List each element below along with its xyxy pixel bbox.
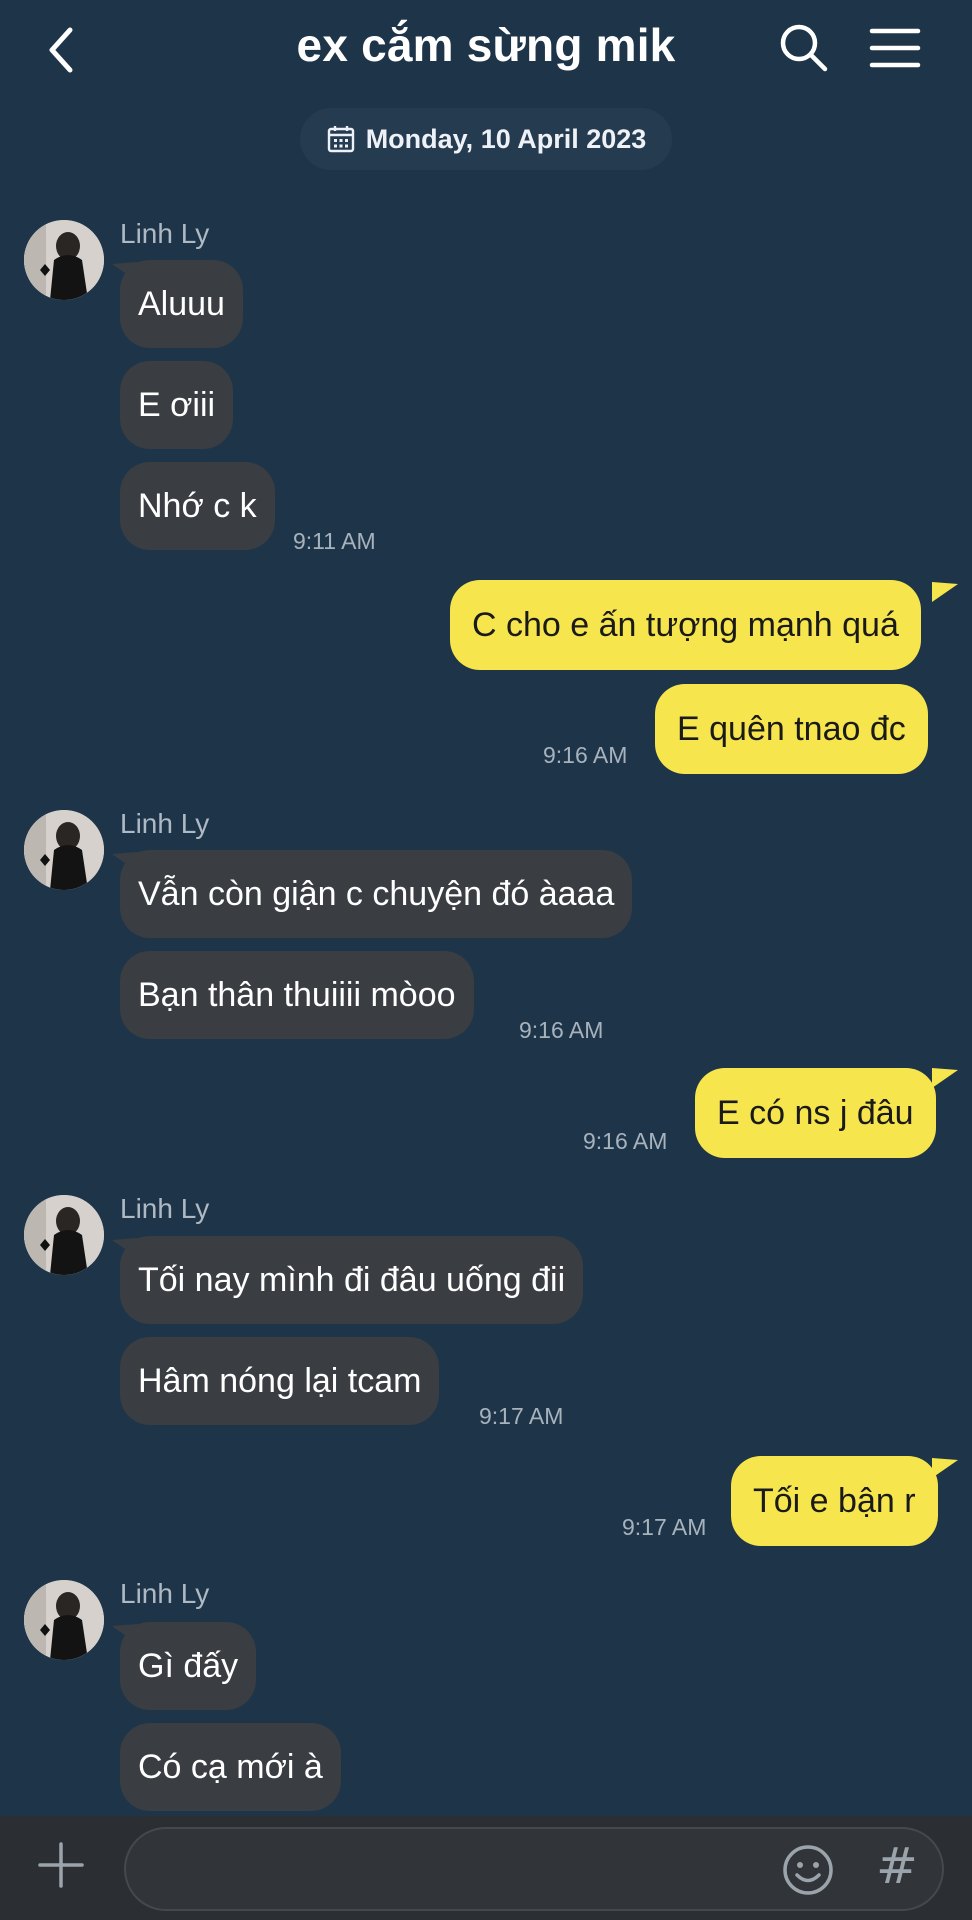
- search-icon[interactable]: [778, 22, 830, 74]
- message-bubble-incoming[interactable]: Aluuu: [120, 260, 243, 348]
- sender-name: Linh Ly: [120, 1193, 210, 1224]
- avatar[interactable]: [24, 1580, 104, 1660]
- bubble-tail: [932, 1068, 958, 1088]
- avatar[interactable]: [24, 220, 104, 300]
- message-bubble-incoming[interactable]: Nhớ c k: [120, 462, 275, 550]
- message-bubble-incoming[interactable]: Gì đấy: [120, 1622, 257, 1710]
- message-bubble-incoming[interactable]: Hâm nóng lại tcam: [120, 1337, 440, 1425]
- message-bubble-outgoing[interactable]: Tối e bận r: [731, 1456, 938, 1546]
- bubble-tail: [932, 582, 958, 602]
- date-divider: Monday, 10 April 2023: [300, 108, 672, 170]
- sender-name: Linh Ly: [120, 1578, 210, 1609]
- hashtag-icon[interactable]: #: [876, 1840, 920, 1892]
- date-label: Monday, 10 April 2023: [365, 123, 647, 154]
- message-bubble-outgoing[interactable]: E quên tnao đc: [655, 684, 928, 774]
- message-timestamp: 9:16 AM: [519, 1017, 604, 1043]
- message-bubble-outgoing[interactable]: C cho e ấn tượng mạnh quá: [450, 580, 921, 670]
- sender-name: Linh Ly: [120, 808, 210, 839]
- message-bubble-outgoing[interactable]: E có ns j đâu: [695, 1068, 936, 1158]
- message-bubble-incoming[interactable]: E ơiii: [120, 361, 234, 449]
- menu-icon[interactable]: [868, 26, 922, 70]
- plus-icon[interactable]: [36, 1840, 86, 1890]
- message-timestamp: 9:16 AM: [583, 1128, 668, 1154]
- avatar[interactable]: [24, 810, 104, 890]
- message-bubble-incoming[interactable]: Bạn thân thuiiii mòoo: [120, 951, 474, 1039]
- message-bubble-incoming[interactable]: Tối nay mình đi đâu uống đii: [120, 1236, 584, 1324]
- message-timestamp: 9:16 AM: [543, 742, 628, 768]
- message-bubble-incoming[interactable]: Có cạ mới à: [120, 1723, 341, 1811]
- message-timestamp: 9:17 AM: [622, 1514, 707, 1540]
- calendar-icon: [327, 126, 354, 153]
- avatar[interactable]: [24, 1195, 104, 1275]
- message-timestamp: 9:17 AM: [479, 1403, 564, 1429]
- message-timestamp: 9:11 AM: [293, 528, 376, 554]
- sender-name: Linh Ly: [120, 218, 210, 249]
- emoji-icon[interactable]: [780, 1842, 836, 1898]
- message-bubble-incoming[interactable]: Vẫn còn giận c chuyện đó àaaa: [120, 850, 633, 938]
